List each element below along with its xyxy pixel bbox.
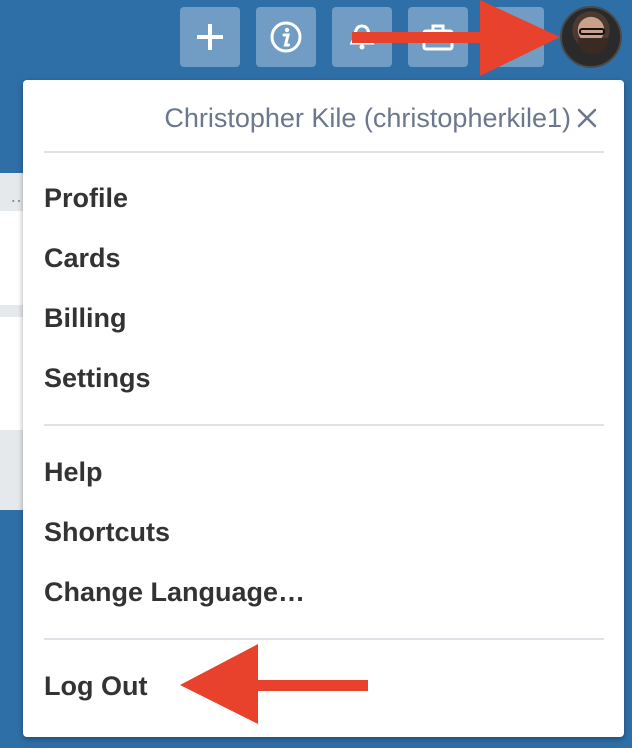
menu-item-shortcuts[interactable]: Shortcuts	[44, 512, 170, 552]
menu-item-settings[interactable]: Settings	[44, 358, 151, 398]
menu-item-billing[interactable]: Billing	[44, 298, 127, 338]
close-icon	[577, 108, 597, 128]
menu-title: Christopher Kile (christopherkile1)	[164, 103, 571, 133]
menu-item-help[interactable]: Help	[44, 452, 103, 492]
divider	[44, 151, 604, 153]
menu-item-change-language[interactable]: Change Language…	[44, 572, 305, 612]
menu-item-profile[interactable]: Profile	[44, 178, 128, 218]
annotation-arrow-logout	[180, 644, 368, 724]
close-button[interactable]	[571, 102, 603, 134]
menu-item-cards[interactable]: Cards	[44, 238, 121, 278]
divider	[44, 424, 604, 426]
